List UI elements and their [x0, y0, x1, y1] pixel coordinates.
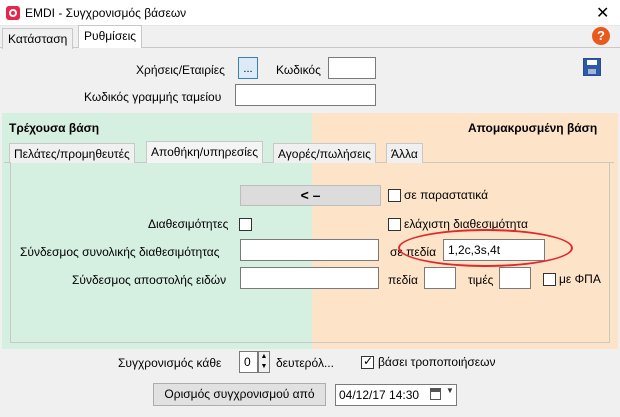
current-db-title: Τρέχουσα βάση: [9, 121, 100, 135]
availabilities-label: Διαθεσιμότητες: [148, 217, 229, 231]
sync-every-label: Συγχρονισμός κάθε: [118, 356, 222, 370]
tab-customers-suppliers[interactable]: Πελάτες/προμηθευτές: [9, 143, 135, 163]
chevron-down-icon[interactable]: ▼: [446, 386, 454, 395]
sync-interval-input[interactable]: 0: [239, 351, 258, 373]
save-icon[interactable]: [583, 58, 601, 76]
in-docs-checkbox[interactable]: [388, 189, 401, 202]
window-title: EMDI - Συγχρονισμός βάσεων: [25, 6, 187, 20]
tab-other[interactable]: Άλλα: [386, 143, 423, 163]
tab-settings[interactable]: Ρυθμίσεις: [78, 25, 143, 48]
based-on-mod-label: βάσει τροποποιήσεων: [378, 355, 496, 369]
code-label: Κωδικός: [276, 63, 321, 77]
tab-purchases-sales[interactable]: Αγορές/πωλήσεις: [273, 143, 376, 163]
fields-label: πεδία: [388, 273, 418, 287]
close-icon[interactable]: ✕: [596, 3, 609, 23]
help-icon[interactable]: ?: [592, 27, 610, 45]
sync-interval-spinner[interactable]: ▲ ▼: [258, 351, 270, 373]
calendar-icon[interactable]: [430, 388, 441, 400]
code-input[interactable]: [328, 57, 376, 79]
prices-label: τιμές: [468, 273, 494, 287]
tab-warehouse-services[interactable]: Αποθήκη/υπηρεσίες: [146, 141, 264, 163]
sync-left-button[interactable]: < –: [240, 185, 381, 206]
seconds-label: δευτερόλ...: [276, 356, 334, 370]
browse-button[interactable]: ...: [238, 57, 258, 79]
availabilities-checkbox[interactable]: [239, 218, 252, 231]
total-avail-link-label: Σύνδεσμος συνολικής διαθεσιμότητας: [20, 245, 220, 259]
fields-input[interactable]: [424, 267, 456, 289]
with-vat-label: με ΦΠΑ: [559, 272, 601, 286]
years-companies-label: Χρήσεις/Εταιρίες: [136, 63, 225, 77]
sync-from-button[interactable]: Ορισμός συγχρονισμού από: [153, 383, 326, 406]
ship-link-input[interactable]: [240, 267, 379, 289]
total-avail-link-input[interactable]: [240, 239, 379, 261]
min-avail-checkbox[interactable]: [388, 218, 401, 231]
based-on-mod-checkbox[interactable]: [361, 354, 374, 369]
highlight-ellipse: [398, 229, 573, 267]
cash-code-label: Κωδικός γραμμής ταμείου: [84, 90, 222, 104]
ship-link-label: Σύνδεσμος αποστολής ειδών: [72, 273, 227, 287]
in-docs-label: σε παραστατικά: [404, 188, 489, 202]
app-icon: [6, 6, 20, 20]
cash-code-input[interactable]: [235, 84, 376, 106]
tab-status[interactable]: Κατάσταση: [2, 28, 74, 49]
with-vat-checkbox[interactable]: [543, 273, 556, 286]
prices-input[interactable]: [499, 267, 531, 289]
remote-db-title: Απομακρυσμένη βάση: [468, 121, 598, 135]
